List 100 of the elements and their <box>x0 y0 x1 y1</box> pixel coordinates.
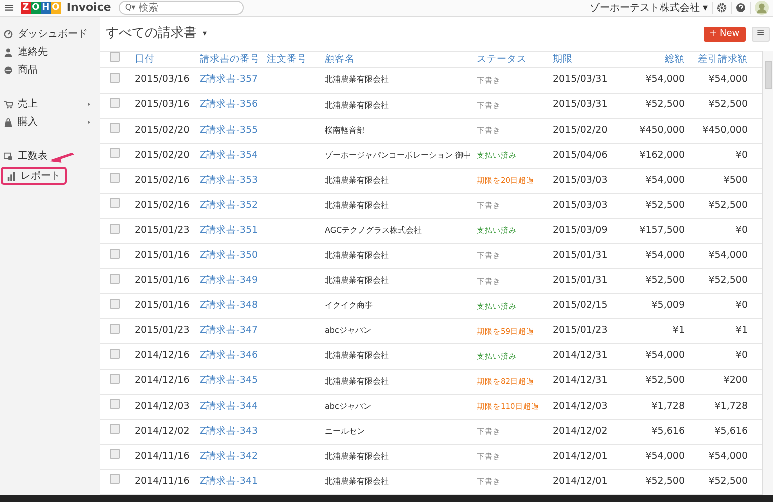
sidebar-item[interactable]: 商品 <box>0 61 96 79</box>
row-checkbox[interactable] <box>110 374 120 384</box>
table-cell-text: 桜南軽音部 <box>325 124 366 137</box>
avatar-icon[interactable] <box>755 1 769 15</box>
table-cell-text: abcジャパン <box>325 325 372 338</box>
invoice-link[interactable]: Z請求書-351 <box>200 224 267 238</box>
table-cell-text: 2015/01/31 <box>553 274 609 288</box>
table-cell-text: 2015/03/03 <box>553 198 609 213</box>
menu-button[interactable]: ≡ <box>752 26 770 42</box>
row-checkbox[interactable] <box>110 148 120 158</box>
table-cell-text: 北浦農業有限会社 <box>325 100 390 112</box>
invoice-link[interactable]: Z請求書-348 <box>200 299 267 314</box>
table-cell-text: ¥52,500 <box>644 474 685 489</box>
table-cell-text: ¥500 <box>722 174 748 188</box>
table-cell-text: ¥0 <box>734 349 748 364</box>
row-checkbox[interactable] <box>110 123 120 134</box>
row-checkbox[interactable] <box>110 399 120 410</box>
row-checkbox[interactable] <box>110 98 120 108</box>
table-cell-text: ¥0 <box>734 299 748 314</box>
organization-menu[interactable]: ゾーホーテスト株式会社 ▾ <box>590 0 708 16</box>
table-cell-text: 2015/01/23 <box>135 324 191 338</box>
table-cell-text: 北浦農業有限会社 <box>325 476 390 488</box>
table-cell-text: ¥54,000 <box>644 174 685 188</box>
table-cell-text: 北浦農業有限会社 <box>325 450 390 463</box>
row-checkbox[interactable] <box>110 72 120 83</box>
row-checkbox[interactable] <box>110 248 120 259</box>
invoice-link[interactable]: Z請求書-345 <box>200 374 267 389</box>
column-header[interactable]: ステータス <box>477 52 553 68</box>
caret-icon[interactable]: ▾ <box>203 28 208 40</box>
invoice-link[interactable]: Z請求書-346 <box>200 349 267 364</box>
sidebar-item[interactable]: ダッシュボード <box>0 25 96 43</box>
table-cell-text: 2014/11/16 <box>135 450 191 464</box>
table-cell-text: 2014/12/02 <box>135 424 191 439</box>
annotation-arrow <box>50 151 76 165</box>
table-cell-text: ¥5,616 <box>714 424 748 439</box>
table-cell-text: 2014/11/16 <box>135 474 191 489</box>
table-cell-text: 2014/12/16 <box>135 349 191 364</box>
invoice-link[interactable]: Z請求書-343 <box>200 424 267 439</box>
table-cell-text: 2015/02/20 <box>135 148 191 163</box>
table-cell-text: 2015/01/23 <box>135 224 191 238</box>
row-checkbox[interactable] <box>110 449 120 460</box>
invoice-link[interactable]: Z請求書-354 <box>200 148 267 163</box>
search-field[interactable]: Q▾ 検索 <box>119 1 244 15</box>
column-header[interactable]: 注文番号 <box>267 52 325 68</box>
row-checkbox[interactable] <box>110 324 120 334</box>
invoice-link[interactable]: Z請求書-350 <box>200 248 267 264</box>
column-header[interactable]: 顧客名 <box>325 52 477 68</box>
invoice-link[interactable]: Z請求書-347 <box>200 324 267 339</box>
invoice-link[interactable]: Z請求書-349 <box>200 274 267 288</box>
row-checkbox[interactable] <box>110 348 120 359</box>
sidebar-item[interactable]: 購入 <box>0 113 96 131</box>
sidebar-item[interactable]: レポート <box>1 167 67 185</box>
caret-icon <box>87 102 92 106</box>
scrollbar[interactable] <box>762 51 773 495</box>
sidebar-item[interactable]: 売上 <box>0 95 96 113</box>
table-cell-text: ¥1,728 <box>714 400 748 414</box>
invoice-link[interactable]: Z請求書-342 <box>200 450 267 464</box>
row-checkbox[interactable] <box>110 424 120 434</box>
table-cell-text: 2014/12/01 <box>553 474 609 489</box>
select-all-checkbox[interactable] <box>110 52 120 62</box>
invoice-link[interactable]: Z請求書-352 <box>200 198 267 214</box>
row-checkbox[interactable] <box>110 298 120 309</box>
table-cell-text: 2014/12/03 <box>553 400 609 414</box>
row-checkbox[interactable] <box>110 274 120 284</box>
column-header[interactable]: 期限 <box>553 52 623 68</box>
row-checkbox[interactable] <box>110 173 120 184</box>
page-title[interactable]: すべての請求書 <box>106 24 197 44</box>
table-cell-text: 2014/12/31 <box>553 374 609 388</box>
invoice-link[interactable]: Z請求書-344 <box>200 400 267 414</box>
table-cell-text: ¥52,500 <box>644 98 685 112</box>
table-cell-text: 北浦農業有限会社 <box>325 275 390 288</box>
help-icon[interactable] <box>736 3 746 13</box>
table-cell-text: 2015/01/16 <box>135 274 191 288</box>
settings-icon[interactable] <box>717 3 727 13</box>
logo[interactable]: Z O H O <box>20 2 61 14</box>
invoice-link[interactable]: Z請求書-355 <box>200 124 267 138</box>
table-cell-text: ¥1 <box>672 324 685 338</box>
menu-icon[interactable]: ≡ <box>4 2 15 14</box>
invoice-link[interactable]: Z請求書-341 <box>200 474 267 490</box>
column-header[interactable]: 日付 <box>135 52 200 68</box>
search-input[interactable]: 検索 <box>138 2 229 14</box>
new-button[interactable]: + New <box>704 26 746 42</box>
row-checkbox[interactable] <box>110 198 120 208</box>
column-header[interactable]: 差引請求額 <box>685 52 748 68</box>
row-checkbox[interactable] <box>110 224 120 234</box>
table-cell-text: 2015/03/31 <box>553 73 609 88</box>
invoice-link[interactable]: Z請求書-356 <box>200 98 267 113</box>
table-cell-text: 2015/02/16 <box>135 198 191 213</box>
bar-chart-icon <box>7 172 16 180</box>
invoice-link[interactable]: Z請求書-357 <box>200 73 267 88</box>
row-checkbox[interactable] <box>110 474 120 484</box>
sidebar-item[interactable]: 工数表 <box>0 147 96 165</box>
sidebar-item[interactable]: 連絡先 <box>0 43 96 61</box>
table-cell-text: ¥450,000 <box>638 124 685 138</box>
table-cell-text: ¥162,000 <box>638 148 685 163</box>
table-cell-text: ¥52,500 <box>708 98 748 112</box>
column-header[interactable]: 総額 <box>623 52 685 68</box>
invoice-link[interactable]: Z請求書-353 <box>200 174 267 188</box>
column-header[interactable]: 請求書の番号 <box>200 52 267 68</box>
table-cell-text: 2015/04/06 <box>553 148 609 163</box>
